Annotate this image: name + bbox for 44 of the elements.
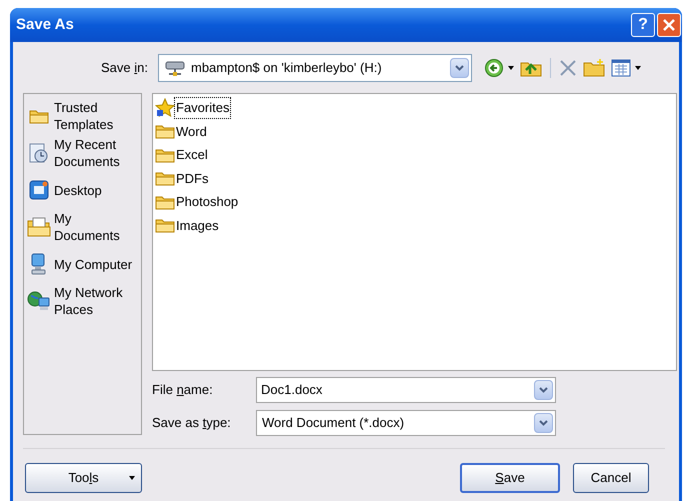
file-item[interactable]: Excel — [155, 143, 674, 166]
tools-menu-button[interactable]: Tools — [25, 463, 142, 493]
caret-icon — [129, 476, 135, 480]
save-in-value: mbampton$ on 'kimberleybo' (H:) — [191, 59, 383, 78]
place-item[interactable]: My Computer — [27, 246, 138, 282]
desktop-icon — [28, 179, 50, 201]
close-icon — [663, 19, 675, 31]
close-button[interactable] — [657, 13, 681, 37]
file-name-field[interactable]: Doc1.docx — [256, 376, 556, 402]
folder-icon — [155, 123, 175, 140]
folder-document-icon — [27, 216, 51, 238]
back-button[interactable] — [482, 58, 516, 78]
file-item[interactable]: PDFs — [155, 166, 674, 190]
save-in-dropdown[interactable]: mbampton$ on 'kimberleybo' (H:) — [158, 54, 472, 82]
views-menu-button[interactable] — [609, 59, 643, 77]
file-item[interactable]: Favorites — [155, 96, 674, 120]
save-as-type-label: Save as type: — [152, 414, 232, 432]
caret-icon[interactable] — [508, 66, 514, 70]
folder-icon — [155, 217, 175, 234]
place-item[interactable]: My Documents — [27, 209, 138, 245]
place-item[interactable]: My Network Places — [27, 283, 138, 319]
dialog-button[interactable]: Cancel — [573, 463, 649, 493]
new-folder-button[interactable] — [581, 59, 607, 77]
folder-icon — [155, 170, 175, 186]
window-title: Save As — [16, 14, 75, 35]
file-name-label: File name: — [152, 380, 214, 399]
folder-icon — [155, 194, 175, 210]
save-in-label: Save in: — [100, 59, 149, 78]
star-icon — [155, 98, 175, 118]
folder-icon — [29, 108, 49, 124]
caret-icon[interactable] — [635, 66, 641, 70]
help-button[interactable]: ? — [631, 13, 655, 37]
save-as-type-dropdown[interactable]: Word Document (*.docx) — [256, 410, 556, 436]
file-item[interactable]: Word — [155, 120, 674, 143]
place-item[interactable]: Trusted Templates — [27, 98, 138, 134]
place-item[interactable]: Desktop — [27, 172, 138, 208]
file-item[interactable]: Images — [155, 214, 674, 237]
dialog-button[interactable]: Save — [460, 463, 560, 493]
place-item[interactable]: My Recent Documents — [27, 135, 138, 171]
network-globe-icon — [27, 290, 51, 312]
file-item[interactable]: Photoshop — [155, 190, 674, 214]
network-drive-icon — [165, 59, 185, 77]
clock-document-icon — [28, 142, 50, 164]
folder-icon — [155, 146, 175, 163]
